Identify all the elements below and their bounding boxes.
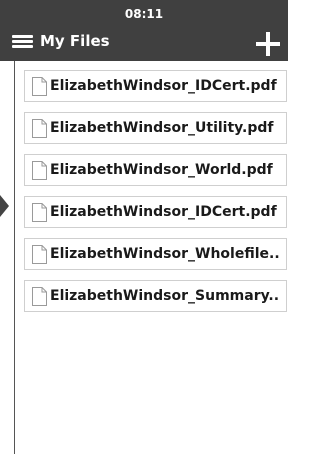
add-file-button[interactable] <box>256 32 280 56</box>
file-name: ElizabethWindsor_Wholefile.. <box>50 246 280 262</box>
document-icon <box>32 203 47 222</box>
document-icon <box>32 119 47 138</box>
file-list-item[interactable]: ElizabethWindsor_IDCert.pdf <box>24 196 287 228</box>
document-icon <box>32 161 47 180</box>
file-list-item[interactable]: ElizabethWindsor_Wholefile.. <box>24 238 287 270</box>
hamburger-menu-icon[interactable] <box>12 35 33 49</box>
file-list-item[interactable]: ElizabethWindsor_World.pdf <box>24 154 287 186</box>
file-name: ElizabethWindsor_IDCert.pdf <box>50 204 277 220</box>
drawer-handle-arrow-icon[interactable] <box>0 195 9 217</box>
drawer-edge-line <box>14 61 15 454</box>
file-manager-screen: 08:11 My Files ElizabethWindsor_IDCert.p… <box>0 0 288 454</box>
file-list-item[interactable]: ElizabethWindsor_Utility.pdf <box>24 112 287 144</box>
document-icon <box>32 287 47 306</box>
page-title: My Files <box>40 32 110 50</box>
status-clock: 08:11 <box>124 7 164 21</box>
top-bar: 08:11 My Files <box>0 0 288 61</box>
file-name: ElizabethWindsor_Utility.pdf <box>50 120 274 136</box>
document-icon <box>32 245 47 264</box>
file-list-item[interactable]: ElizabethWindsor_Summary.. <box>24 280 287 312</box>
file-list-item[interactable]: ElizabethWindsor_IDCert.pdf <box>24 70 287 102</box>
document-icon <box>32 77 47 96</box>
file-list: ElizabethWindsor_IDCert.pdf ElizabethWin… <box>24 70 287 322</box>
file-name: ElizabethWindsor_IDCert.pdf <box>50 78 277 94</box>
file-name: ElizabethWindsor_Summary.. <box>50 288 280 304</box>
file-name: ElizabethWindsor_World.pdf <box>50 162 273 178</box>
